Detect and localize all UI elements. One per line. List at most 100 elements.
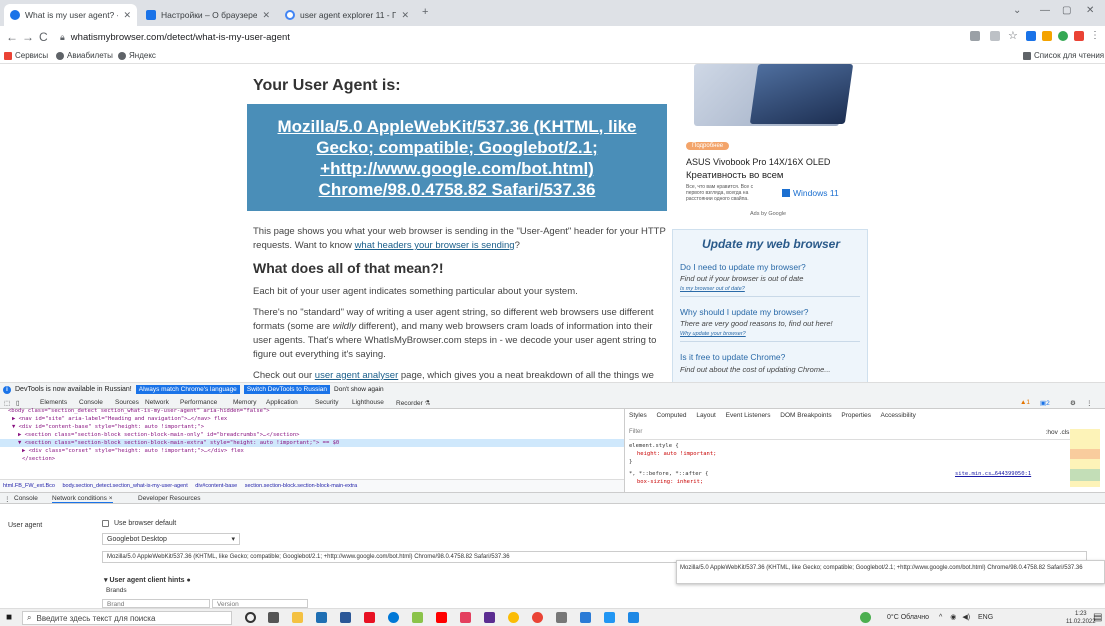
tab-lighthouse[interactable]: Lighthouse xyxy=(352,399,384,406)
clock[interactable]: 1:23 11.02.2022 xyxy=(1066,610,1096,626)
styles-filter-input[interactable]: Filter xyxy=(629,429,1094,440)
ad-more-button[interactable]: Подробнее xyxy=(686,142,730,150)
extension-icon[interactable] xyxy=(1074,31,1084,41)
use-default-checkbox[interactable]: Use browser default xyxy=(102,520,176,527)
dom-line[interactable]: ▶ <section class="section-block section-… xyxy=(18,431,299,439)
tab-sources[interactable]: Sources xyxy=(115,399,139,406)
update-question-link[interactable]: Is it free to update Chrome? xyxy=(680,352,785,362)
settings-gear-icon[interactable]: ⚙ xyxy=(1070,399,1076,407)
issues-badge[interactable]: ▣2 xyxy=(1040,399,1050,407)
close-window-icon[interactable]: ✕ xyxy=(1086,5,1094,16)
bookmark-services[interactable]: Сервисы xyxy=(4,51,48,60)
tab-application[interactable]: Application xyxy=(266,399,298,406)
drawer-menu-icon[interactable]: ⋮ xyxy=(4,495,11,503)
update-link[interactable]: Why update your browser? xyxy=(680,331,746,337)
user-agent-select[interactable]: Googlebot Desktop xyxy=(102,533,240,545)
tab-search-chevron-icon[interactable]: ⌄ xyxy=(1013,5,1021,16)
extension-icon[interactable] xyxy=(1026,31,1036,41)
dont-show-button[interactable]: Don't show again xyxy=(334,386,384,393)
drawer-tab-developer-resources[interactable]: Developer Resources xyxy=(138,495,201,502)
tab-security[interactable]: Security xyxy=(315,399,338,406)
dom-line[interactable]: ▶ <nav id="site" aria-label="Heading and… xyxy=(12,415,227,423)
bookmark-avia[interactable]: Авиабилеты xyxy=(56,51,113,60)
tab-settings[interactable]: Настройки – О браузере Chrom ✕ xyxy=(140,4,276,26)
tab-styles[interactable]: Styles xyxy=(629,412,647,419)
tab-computed[interactable]: Computed xyxy=(657,412,687,419)
address-bar[interactable]: 🔒︎ whatismybrowser.com/detect/what-is-my… xyxy=(60,29,960,45)
style-property[interactable]: box-sizing: inherit; xyxy=(637,479,703,485)
cortana-icon[interactable] xyxy=(245,612,256,623)
skype-icon[interactable] xyxy=(628,612,639,623)
more-options-icon[interactable]: ⋮ xyxy=(1086,399,1093,407)
tab-layout[interactable]: Layout xyxy=(696,412,716,419)
tab-elements[interactable]: Elements xyxy=(40,399,67,406)
version-input[interactable]: Version xyxy=(212,599,308,608)
dom-line-selected[interactable]: ▼ <section class="section-block section-… xyxy=(0,439,624,447)
app-icon[interactable] xyxy=(484,612,495,623)
task-view-icon[interactable] xyxy=(268,612,279,623)
close-tab-icon[interactable]: ✕ xyxy=(262,10,270,21)
app-icon[interactable] xyxy=(580,612,591,623)
tab-network[interactable]: Network xyxy=(145,399,169,406)
tray-app-icon[interactable] xyxy=(860,612,871,623)
update-question-link[interactable]: Do I need to update my browser? xyxy=(680,262,806,272)
breadcrumb-item[interactable]: section.section-block.section-block-main… xyxy=(245,483,358,489)
drawer-tab-network-conditions[interactable]: Network conditions × xyxy=(52,495,113,503)
language-indicator[interactable]: ENG xyxy=(978,614,993,621)
maximize-icon[interactable]: ▢ xyxy=(1062,5,1071,16)
tab-dom-breakpoints[interactable]: DOM Breakpoints xyxy=(780,412,831,419)
breadcrumb-item[interactable]: html.FB_FW_ext.Bco xyxy=(3,483,55,489)
headers-link[interactable]: what headers your browser is sending xyxy=(355,240,515,251)
dom-line[interactable]: ▼ <div id="content-base" style="height: … xyxy=(12,423,204,431)
reading-list[interactable]: Список для чтения xyxy=(1023,51,1104,60)
extension-icon[interactable] xyxy=(1042,31,1052,41)
breadcrumb-item[interactable]: div#content-base xyxy=(195,483,237,489)
volume-icon[interactable]: ◀) xyxy=(962,614,970,621)
store-icon[interactable] xyxy=(316,612,327,623)
reload-icon[interactable]: C xyxy=(39,30,48,44)
bookmark-yandex[interactable]: Яндекс xyxy=(118,51,156,60)
style-source-link[interactable]: site.min.cs…644399050:1 xyxy=(955,471,1031,477)
settings-gear-icon[interactable] xyxy=(556,612,567,623)
app-icon[interactable] xyxy=(412,612,423,623)
close-tab-icon[interactable]: ✕ xyxy=(401,10,409,21)
chrome-icon[interactable] xyxy=(508,612,519,623)
tab-event-listeners[interactable]: Event Listeners xyxy=(726,412,771,419)
match-language-button[interactable]: Always match Chrome's language xyxy=(135,385,240,394)
app-icon[interactable] xyxy=(532,612,543,623)
app-icon[interactable] xyxy=(460,612,471,623)
app-icon[interactable] xyxy=(604,612,615,623)
switch-russian-button[interactable]: Switch DevTools to Russian xyxy=(243,385,331,394)
ua-string-link[interactable]: Mozilla/5.0 AppleWebKit/537.36 (KHTML, l… xyxy=(257,116,657,200)
tab-search[interactable]: user agent explorer 11 - Поиск ✕ xyxy=(279,4,415,26)
windows-start-icon[interactable]: ■ xyxy=(6,612,12,623)
update-link[interactable]: Is my browser out of date? xyxy=(680,286,745,292)
dom-line[interactable]: </section> xyxy=(22,455,55,463)
app-icon[interactable] xyxy=(364,612,375,623)
inspect-icon[interactable]: ⬚ xyxy=(4,399,10,407)
tab-console[interactable]: Console xyxy=(79,399,103,406)
bookmark-star-icon[interactable]: ☆ xyxy=(1008,29,1018,42)
asus-ad[interactable]: Подробнее ASUS Vivobook Pro 14X/16X OLED… xyxy=(684,64,869,214)
tab-performance[interactable]: Performance xyxy=(180,399,217,406)
dom-line[interactable]: ▶ <div class="corset" style="height: aut… xyxy=(22,447,244,455)
taskbar-search[interactable]: ⌕ Введите здесь текст для поиска xyxy=(22,611,232,625)
tab-properties[interactable]: Properties xyxy=(841,412,871,419)
new-tab-icon[interactable]: + xyxy=(422,6,428,18)
dom-line[interactable]: <body class="section_detect section_what… xyxy=(8,407,270,415)
extension-icon[interactable] xyxy=(1058,31,1068,41)
tray-chevron-icon[interactable]: ^ xyxy=(939,614,942,621)
breadcrumb-item[interactable]: body.section_detect.section_what-is-my-u… xyxy=(63,483,188,489)
analyser-link[interactable]: user agent analyser xyxy=(315,370,398,381)
edge-icon[interactable] xyxy=(388,612,399,623)
update-question-link[interactable]: Why should I update my browser? xyxy=(680,307,809,317)
close-tab-icon[interactable]: ✕ xyxy=(123,10,131,21)
style-property[interactable]: height: auto !important; xyxy=(637,451,716,457)
brand-input[interactable]: Brand xyxy=(102,599,210,608)
menu-icon[interactable]: ⋮ xyxy=(1090,30,1100,41)
tab-memory[interactable]: Memory xyxy=(233,399,256,406)
warnings-badge[interactable]: ▲1 xyxy=(1020,399,1030,406)
minimize-icon[interactable]: — xyxy=(1040,5,1050,16)
translate-icon[interactable] xyxy=(970,31,980,41)
forward-icon[interactable]: → xyxy=(22,30,34,44)
